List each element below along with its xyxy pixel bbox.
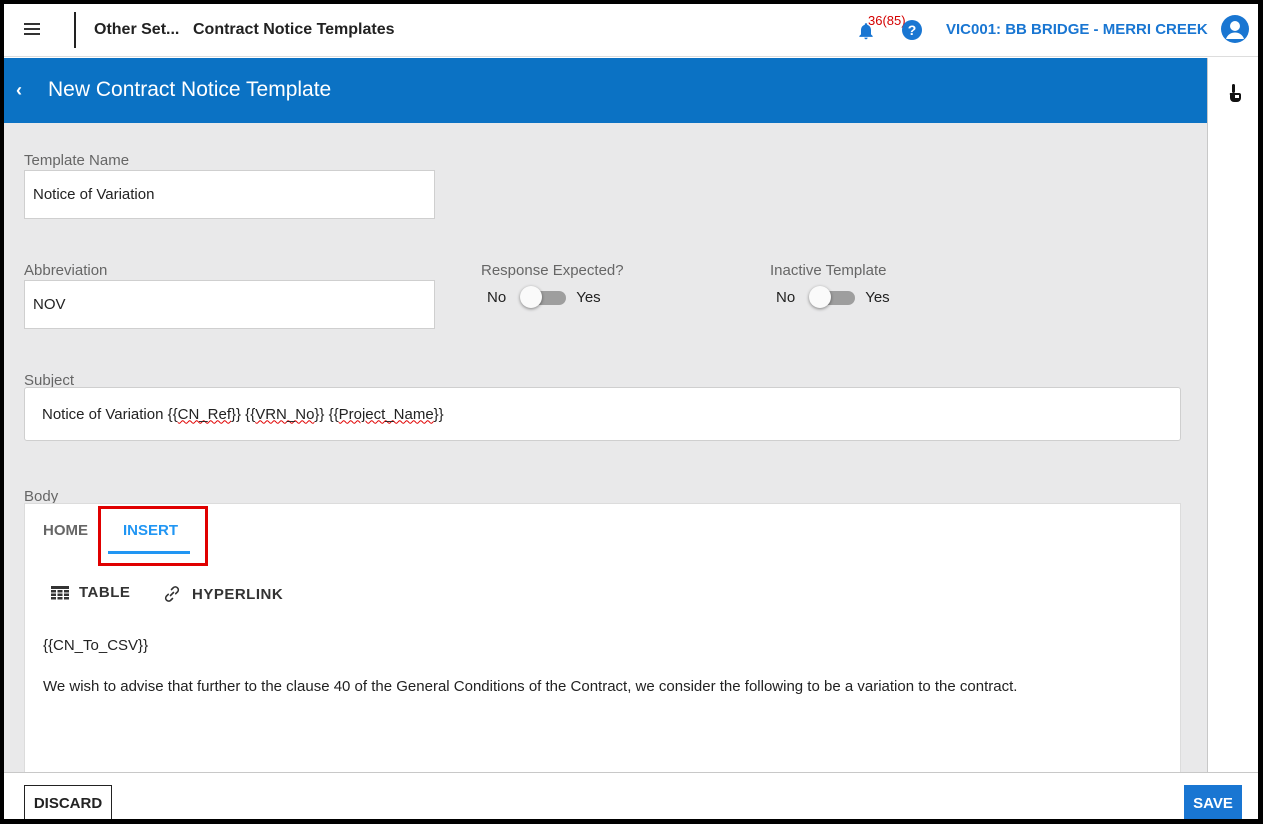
abbreviation-input[interactable]: NOV	[24, 280, 435, 329]
inactive-template-no-label: No	[776, 288, 796, 306]
top-bar: Other Set... Contract Notice Templates 3…	[4, 4, 1258, 57]
breadcrumb-current: Contract Notice Templates	[193, 21, 395, 38]
abbreviation-label: Abbreviation	[24, 262, 108, 279]
app-window: Other Set... Contract Notice Templates 3…	[4, 4, 1258, 819]
insert-tab-highlight	[98, 506, 208, 566]
page-header: ‹ New Contract Notice Template	[4, 58, 1207, 123]
form-area: Template Name Notice of Variation Abbrev…	[4, 123, 1207, 773]
inactive-template-yes-label: Yes	[865, 288, 890, 306]
insert-table-button[interactable]: TABLE	[51, 584, 130, 601]
response-expected-label: Response Expected?	[481, 262, 624, 279]
breadcrumb-parent[interactable]: Other Set...	[94, 21, 179, 39]
hand-pointer-icon[interactable]	[1228, 84, 1242, 102]
response-expected-yes-label: Yes	[576, 288, 601, 306]
hamburger-menu-icon[interactable]	[24, 20, 46, 40]
notification-count: 36(85)	[868, 13, 906, 28]
insert-table-label: TABLE	[79, 584, 131, 601]
project-selector[interactable]: VIC001: BB BRIDGE - MERRI CREEK	[946, 21, 1208, 38]
template-name-input[interactable]: Notice of Variation	[24, 170, 435, 219]
table-grid-icon	[51, 585, 69, 599]
response-expected-no-label: No	[487, 288, 507, 306]
subject-input[interactable]: Notice of Variation {{CN_Ref}} {{VRN_No}…	[24, 387, 1181, 441]
tab-home[interactable]: HOME	[43, 522, 88, 539]
insert-hyperlink-button[interactable]: HYPERLINK	[162, 584, 283, 604]
body-paragraph: We wish to advise that further to the cl…	[43, 678, 1018, 695]
page-title: New Contract Notice Template	[48, 78, 332, 101]
user-avatar-icon[interactable]	[1221, 15, 1249, 43]
response-expected-toggle[interactable]	[520, 286, 567, 308]
body-placeholder-line: {{CN_To_CSV}}	[43, 637, 149, 654]
side-panel	[1207, 58, 1258, 772]
footer-bar: DISCARD SAVE	[4, 772, 1258, 819]
back-button[interactable]: ‹	[16, 80, 22, 101]
inactive-template-toggle[interactable]	[809, 286, 856, 308]
help-icon[interactable]: ?	[902, 20, 922, 40]
discard-button[interactable]: DISCARD	[24, 785, 112, 819]
inactive-template-label: Inactive Template	[770, 262, 887, 279]
template-name-label: Template Name	[24, 152, 130, 169]
inactive-template-toggle-row: No Yes	[776, 286, 890, 308]
topbar-divider	[74, 12, 76, 48]
link-icon	[164, 586, 180, 602]
body-editor[interactable]: HOME INSERT TABLE HYPERLINK {{CN_To_CSV}…	[24, 503, 1181, 773]
subject-text: Notice of Variation {{CN_Ref}} {{VRN_No}…	[42, 405, 444, 423]
save-button[interactable]: SAVE	[1184, 785, 1242, 819]
insert-hyperlink-label: HYPERLINK	[192, 585, 284, 603]
response-expected-toggle-row: No Yes	[487, 286, 601, 308]
